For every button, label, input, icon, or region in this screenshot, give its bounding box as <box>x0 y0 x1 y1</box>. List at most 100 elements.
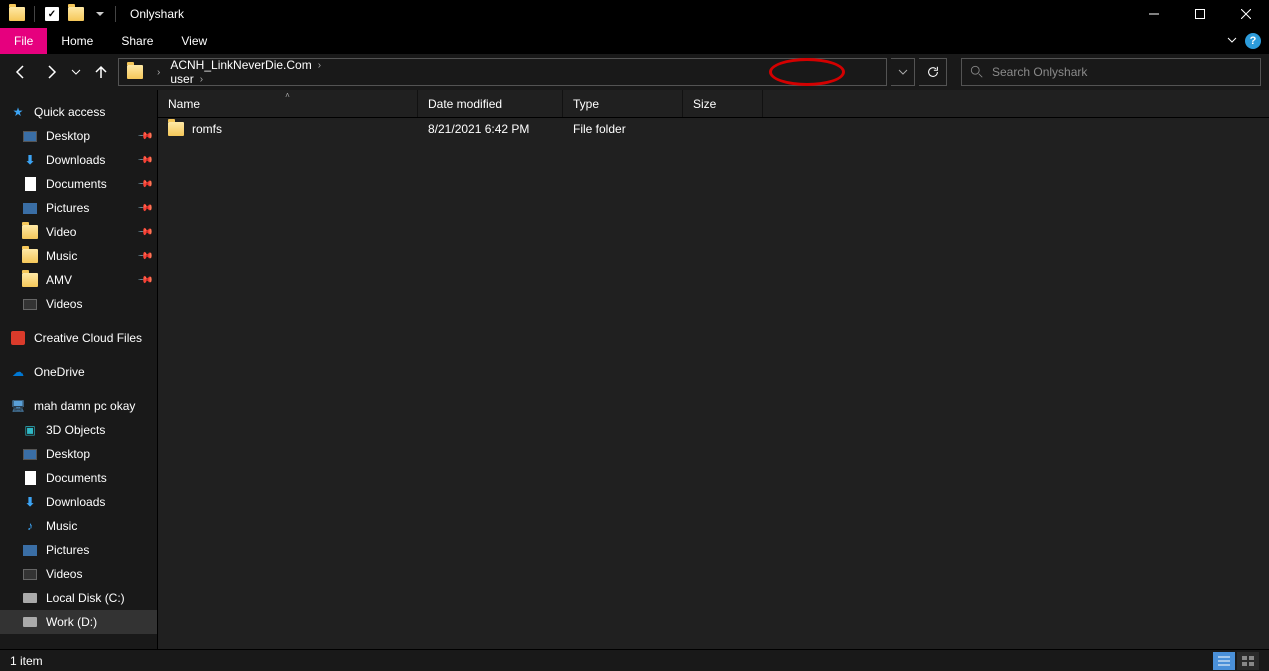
sidebar-item-label: Local Disk (C:) <box>46 591 125 605</box>
pin-icon: 📌 <box>136 200 153 217</box>
tab-view[interactable]: View <box>167 28 221 54</box>
ribbon: File Home Share View ? <box>0 28 1269 54</box>
address-history[interactable] <box>891 58 915 86</box>
thumbnails-view-button[interactable] <box>1237 652 1259 670</box>
sidebar-item-label: Desktop <box>46 447 90 461</box>
sidebar-creative-cloud[interactable]: Creative Cloud Files <box>0 326 157 350</box>
col-type[interactable]: Type <box>563 90 683 117</box>
sidebar-item-label: Documents <box>46 471 107 485</box>
videos-icon <box>22 566 38 582</box>
qat-customize[interactable] <box>89 3 111 25</box>
quick-access-toolbar: ✓ <box>6 3 111 25</box>
documents-icon <box>22 470 38 486</box>
sidebar-item-label: Video <box>46 225 76 239</box>
star-icon: ★ <box>10 104 26 120</box>
tab-file[interactable]: File <box>0 28 47 54</box>
column-headers: Name ˄ Date modified Type Size <box>158 90 1269 118</box>
sidebar-item-label: AMV <box>46 273 72 287</box>
desktop-icon <box>22 446 38 462</box>
minimize-button[interactable] <box>1131 0 1177 28</box>
sidebar-label: mah damn pc okay <box>34 399 135 413</box>
forward-button[interactable] <box>38 58 64 86</box>
folder-icon <box>22 272 38 288</box>
new-folder-button[interactable] <box>65 3 87 25</box>
sidebar-item[interactable]: Pictures <box>0 538 157 562</box>
sidebar-item[interactable]: ⬇Downloads📌 <box>0 148 157 172</box>
sidebar-item[interactable]: ⬇ Downloads <box>0 490 157 514</box>
sidebar-item[interactable]: Pictures 📌 <box>0 196 157 220</box>
col-name[interactable]: Name ˄ <box>158 90 418 117</box>
sidebar-item-label: Work (D:) <box>46 615 97 629</box>
sidebar-item-label: Music <box>46 519 77 533</box>
creative-cloud-icon <box>11 331 25 345</box>
sidebar-item-label: Pictures <box>46 543 89 557</box>
breadcrumb[interactable]: ACNH_LinkNeverDie.Com› <box>164 58 327 72</box>
tab-home[interactable]: Home <box>47 28 107 54</box>
crumb-root-sep[interactable]: › <box>149 59 162 85</box>
search-icon <box>970 65 984 79</box>
sidebar-item[interactable]: Desktop📌 <box>0 124 157 148</box>
item-count: 1 item <box>10 654 43 668</box>
desktop-icon <box>22 128 38 144</box>
pc-icon: 🖥 <box>10 398 26 414</box>
col-size[interactable]: Size <box>683 90 763 117</box>
nav-bar: › mah damn pc okay›Work (D:)›GAMES›ACNH_… <box>0 54 1269 90</box>
nav-pane: ★ Quick access Desktop📌⬇Downloads📌Docume… <box>0 90 158 649</box>
sidebar-item[interactable]: Music📌 <box>0 244 157 268</box>
sidebar-item[interactable]: AMV📌 <box>0 268 157 292</box>
maximize-button[interactable] <box>1177 0 1223 28</box>
pictures-icon <box>22 542 38 558</box>
cell-date: 8/21/2021 6:42 PM <box>418 122 563 136</box>
back-button[interactable] <box>8 58 34 86</box>
folder-icon[interactable] <box>6 3 28 25</box>
breadcrumb[interactable]: user› <box>164 72 327 86</box>
sidebar-quick-access[interactable]: ★ Quick access <box>0 100 157 124</box>
pin-icon: 📌 <box>136 176 153 193</box>
recent-locations[interactable] <box>68 58 84 86</box>
downloads-icon: ⬇ <box>22 494 38 510</box>
sidebar-item[interactable]: ♪ Music <box>0 514 157 538</box>
sidebar-item[interactable]: Documents📌 <box>0 172 157 196</box>
sidebar-label: OneDrive <box>34 365 85 379</box>
sidebar-item[interactable]: Video📌 <box>0 220 157 244</box>
table-row[interactable]: romfs 8/21/2021 6:42 PMFile folder <box>158 118 1269 140</box>
col-date[interactable]: Date modified <box>418 90 563 117</box>
sidebar-item[interactable]: Work (D:) <box>0 610 157 634</box>
sidebar-item[interactable]: Documents <box>0 466 157 490</box>
cell-type: File folder <box>563 122 683 136</box>
sidebar-item[interactable]: Desktop <box>0 442 157 466</box>
3d-objects-icon: ▣ <box>22 422 38 438</box>
close-button[interactable] <box>1223 0 1269 28</box>
sidebar-item[interactable]: Videos <box>0 562 157 586</box>
tab-share[interactable]: Share <box>107 28 167 54</box>
sidebar-item-label: Videos <box>46 297 82 311</box>
pin-icon: 📌 <box>136 128 153 145</box>
search-box[interactable] <box>961 58 1261 86</box>
drive-icon <box>22 614 38 630</box>
file-list: Name ˄ Date modified Type Size romfs 8/21… <box>158 90 1269 649</box>
search-input[interactable] <box>992 65 1252 79</box>
videos-icon <box>22 296 38 312</box>
refresh-button[interactable] <box>919 58 947 86</box>
sidebar-onedrive[interactable]: ☁ OneDrive <box>0 360 157 384</box>
properties-button[interactable]: ✓ <box>41 3 63 25</box>
window-title: Onlyshark <box>130 7 184 21</box>
music-icon: ♪ <box>22 518 38 534</box>
rows[interactable]: romfs 8/21/2021 6:42 PMFile folder <box>158 118 1269 649</box>
sidebar-item-label: Pictures <box>46 201 89 215</box>
sidebar-this-pc[interactable]: 🖥 mah damn pc okay <box>0 394 157 418</box>
sidebar-item[interactable]: Local Disk (C:) <box>0 586 157 610</box>
downloads-icon: ⬇ <box>22 152 38 168</box>
sidebar-label: Quick access <box>34 105 105 119</box>
help-button[interactable]: ? <box>1245 33 1261 49</box>
ribbon-expand[interactable] <box>1227 34 1237 48</box>
details-view-button[interactable] <box>1213 652 1235 670</box>
sidebar-item-label: Downloads <box>46 495 105 509</box>
sort-indicator: ˄ <box>285 91 290 100</box>
file-name: romfs <box>192 122 222 136</box>
address-bar[interactable]: › mah damn pc okay›Work (D:)›GAMES›ACNH_… <box>118 58 887 86</box>
sidebar-item[interactable]: ▣3D Objects <box>0 418 157 442</box>
sidebar-item[interactable]: Videos <box>0 292 157 316</box>
sidebar-item-label: Videos <box>46 567 82 581</box>
up-button[interactable] <box>88 58 114 86</box>
